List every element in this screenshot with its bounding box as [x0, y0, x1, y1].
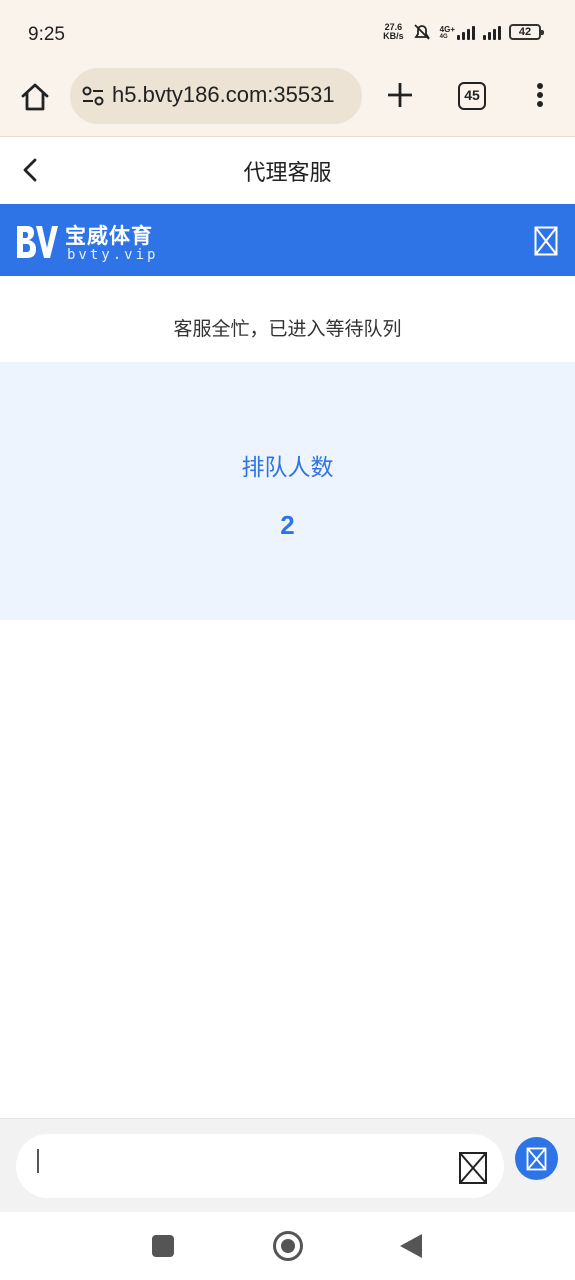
browser-toolbar: h5.bvty186.com:35531 45	[0, 62, 575, 137]
page-header: 代理客服	[0, 137, 575, 203]
queue-label: 排队人数	[241, 455, 334, 481]
message-composer	[0, 1118, 575, 1212]
send-icon	[526, 1147, 547, 1171]
send-button[interactable]	[515, 1137, 558, 1180]
brand-logo-icon	[17, 226, 58, 258]
brand-domain: bvty.vip	[67, 247, 159, 263]
home-circle-icon[interactable]	[273, 1231, 303, 1261]
status-bar: 9:25 27.6 KB/s 4G+ 4G 42	[0, 0, 575, 62]
queue-count: 2	[280, 510, 295, 540]
page-title: 代理客服	[243, 161, 332, 186]
back-triangle-icon[interactable]	[400, 1234, 422, 1258]
brand-name: 宝威体育	[65, 224, 153, 248]
signal-strength-icon	[457, 24, 475, 40]
message-input[interactable]	[16, 1134, 504, 1198]
plus-icon[interactable]	[385, 80, 415, 110]
emoji-icon[interactable]	[458, 1151, 488, 1185]
network-speed: 27.6 KB/s	[383, 23, 404, 41]
network-type-label: 4G+	[439, 25, 455, 34]
notice-text: 客服全忙，已进入等待队列	[173, 318, 402, 340]
recent-apps-icon[interactable]	[152, 1235, 174, 1257]
signal-strength-icon-2	[483, 24, 501, 40]
network-speed-unit: KB/s	[383, 31, 404, 41]
network-type-label-2: 4G	[439, 34, 448, 40]
battery-icon: 42	[509, 24, 544, 40]
tune-icon[interactable]	[80, 83, 106, 109]
brand-banner: 宝威体育 bvty.vip	[0, 204, 575, 276]
status-indicators: 27.6 KB/s 4G+ 4G 42	[383, 22, 544, 42]
system-nav-bar	[0, 1212, 575, 1280]
close-icon[interactable]	[534, 226, 558, 256]
queue-notice: 客服全忙，已进入等待队列	[0, 276, 575, 362]
more-vert-icon[interactable]	[530, 80, 550, 114]
status-time: 9:25	[28, 24, 65, 45]
mute-bell-icon	[413, 24, 430, 40]
address-bar[interactable]: h5.bvty186.com:35531	[70, 68, 362, 124]
text-caret	[37, 1149, 39, 1173]
queue-panel: 排队人数 2	[0, 362, 575, 620]
url-text: h5.bvty186.com:35531	[112, 82, 335, 107]
tab-switcher-button[interactable]: 45	[458, 82, 486, 110]
home-icon[interactable]	[18, 80, 52, 114]
